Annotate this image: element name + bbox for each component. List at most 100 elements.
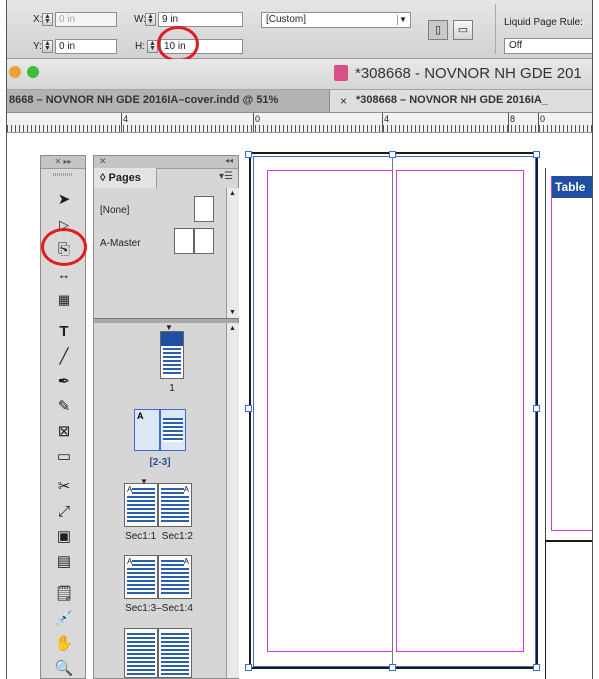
document-tab-cover[interactable]: 8668 – NOVNOR NH GDE 2016IA–cover.indd @… xyxy=(7,90,330,112)
ruler-label: 4 xyxy=(123,114,129,124)
ruler-label: 0 xyxy=(255,114,261,124)
free-transform-tool-icon[interactable]: ⤢ xyxy=(49,501,79,523)
gradient-swatch-tool-icon[interactable]: ▣ xyxy=(49,526,79,548)
w-stepper[interactable]: ▲ ▼ xyxy=(145,13,156,26)
table-heading: Table xyxy=(552,176,592,198)
resize-handle[interactable] xyxy=(245,151,252,158)
scroll-up-icon[interactable]: ▲ xyxy=(229,325,236,332)
type-tool-icon[interactable]: T xyxy=(49,321,79,343)
resize-handle[interactable] xyxy=(245,664,252,671)
zoom-tool-icon[interactable]: 🔍 xyxy=(49,658,79,679)
page-sec1-5-thumbnail[interactable] xyxy=(124,628,158,678)
page-tool-icon[interactable]: ⎘ xyxy=(49,239,79,261)
resize-handle[interactable] xyxy=(389,664,396,671)
page-size-preset-value: [Custom] xyxy=(266,14,307,25)
hand-tool-icon[interactable]: ✋ xyxy=(49,633,79,655)
document-tab-active[interactable]: × *308668 – NOVNOR NH GDE 2016IA_ xyxy=(330,90,592,112)
rectangle-tool-icon[interactable]: ▭ xyxy=(49,446,79,468)
page-1-thumbnail[interactable] xyxy=(160,331,184,379)
ruler-ticks xyxy=(7,125,592,132)
page-sec1-3-thumbnail[interactable]: A xyxy=(124,555,158,599)
collapse-panel-icon[interactable]: ✕ ▸▸ xyxy=(41,156,85,169)
masters-scrollbar[interactable]: ▲ ▼ xyxy=(226,188,239,318)
page-spread[interactable] xyxy=(249,152,538,669)
tools-panel: ✕ ▸▸ ➤ ▷ ⎘ ↔ ▦ T ╱ ✒ ✎ ⊠ ▭ ✂ ⤢ ▣ ▤ 🗒 💉 ✋… xyxy=(40,155,86,679)
window-title-bar: *308668 - NOVNOR NH GDE 201 xyxy=(7,59,592,90)
master-a-left-thumbnail[interactable] xyxy=(174,228,194,254)
chevron-down-icon: ▼ xyxy=(397,15,408,25)
spread-2-3-caption: [2-3] xyxy=(149,457,171,468)
pages-scrollbar[interactable]: ▲ xyxy=(226,323,239,678)
portrait-orientation-button[interactable]: ▯ xyxy=(428,20,448,40)
next-page[interactable]: Table xyxy=(545,168,592,542)
direct-selection-tool-icon[interactable]: ▷ xyxy=(49,214,79,236)
minimize-window-button[interactable] xyxy=(9,66,21,78)
landscape-page-icon: ▭ xyxy=(457,24,469,36)
page-3-thumbnail[interactable] xyxy=(160,409,186,451)
h-field[interactable]: 10 in xyxy=(160,39,243,54)
content-collector-icon[interactable]: ▦ xyxy=(49,289,79,311)
liquid-page-rule-dropdown[interactable]: Off xyxy=(504,38,592,54)
page-sec1-6-thumbnail[interactable] xyxy=(158,628,192,678)
scissors-tool-icon[interactable]: ✂ xyxy=(49,476,79,498)
y-field[interactable]: 0 in xyxy=(55,39,117,54)
rectangle-frame-tool-icon[interactable]: ⊠ xyxy=(49,421,79,443)
document-file-icon xyxy=(334,65,348,81)
resize-handle[interactable] xyxy=(245,405,252,412)
note-tool-icon[interactable]: 🗒 xyxy=(49,583,79,605)
resize-handle[interactable] xyxy=(533,405,540,412)
master-none-label: [None] xyxy=(100,205,130,216)
pages-panel: ✕ ◂◂ ◊ Pages ▾☰ [None] A-Master ▲ ▼ ▼ 1 … xyxy=(93,155,239,679)
pages-section: ▼ 1 A [2-3] ▼ A A Sec1:1 Sec1:2 A A Sec1… xyxy=(94,323,226,678)
panel-menu-icon[interactable]: ▾☰ xyxy=(219,171,233,182)
master-a-label: A-Master xyxy=(100,238,141,249)
liquid-page-rule-value: Off xyxy=(509,40,523,51)
page-sec1-4-thumbnail[interactable]: A xyxy=(158,555,192,599)
page-sec1-2-thumbnail[interactable]: A xyxy=(158,483,192,527)
master-none-thumbnail[interactable] xyxy=(194,196,214,222)
pencil-tool-icon[interactable]: ✎ xyxy=(49,396,79,418)
divider xyxy=(495,4,496,54)
y-stepper[interactable]: ▲ ▼ xyxy=(42,40,53,53)
x-field[interactable]: 0 in xyxy=(55,12,117,27)
tab-pages[interactable]: ◊ Pages xyxy=(94,168,157,188)
resize-handle[interactable] xyxy=(533,151,540,158)
page-2-thumbnail[interactable]: A xyxy=(134,409,160,451)
gap-tool-icon[interactable]: ↔ xyxy=(49,264,79,286)
portrait-page-icon: ▯ xyxy=(434,24,442,36)
line-tool-icon[interactable]: ╱ xyxy=(49,346,79,368)
tab-pages-label: ◊ Pages xyxy=(100,172,141,184)
collapse-panel-icon[interactable]: ◂◂ xyxy=(225,156,233,165)
spread-sec1-3-4-caption: Sec1:3–Sec1:4 xyxy=(125,603,193,614)
page-size-preset-dropdown[interactable]: [Custom] ▼ xyxy=(261,12,411,28)
close-tab-icon[interactable]: × xyxy=(340,94,347,108)
horizontal-ruler[interactable]: 4 0 4 8 0 xyxy=(7,113,592,133)
w-field[interactable]: 9 in xyxy=(158,12,243,27)
pasteboard-edge xyxy=(545,540,592,679)
page-sec1-1-thumbnail[interactable]: A xyxy=(124,483,158,527)
zoom-window-button[interactable] xyxy=(27,66,39,78)
ruler-label: 4 xyxy=(384,114,390,124)
next-page-margin xyxy=(551,176,592,531)
selection-frame xyxy=(253,156,536,667)
panel-grip xyxy=(53,173,73,176)
landscape-orientation-button[interactable]: ▭ xyxy=(453,20,473,40)
masters-section: [None] A-Master xyxy=(94,188,226,318)
window-title: *308668 - NOVNOR NH GDE 201 xyxy=(355,65,582,82)
x-stepper[interactable]: ▲ ▼ xyxy=(42,13,53,26)
master-a-right-thumbnail[interactable] xyxy=(194,228,214,254)
resize-handle[interactable] xyxy=(533,664,540,671)
close-panel-icon[interactable]: ✕ xyxy=(99,156,107,167)
scroll-up-icon[interactable]: ▲ xyxy=(229,190,236,197)
tab-label-active: *308668 – NOVNOR NH GDE 2016IA_ xyxy=(356,94,548,106)
ruler-label: 0 xyxy=(540,114,546,124)
tab-label-cover: 8668 – NOVNOR NH GDE 2016IA–cover.indd @… xyxy=(9,94,279,106)
resize-handle[interactable] xyxy=(389,151,396,158)
h-stepper[interactable]: ▲ ▼ xyxy=(147,40,158,53)
pen-tool-icon[interactable]: ✒ xyxy=(49,371,79,393)
eyedropper-tool-icon[interactable]: 💉 xyxy=(49,608,79,630)
scroll-down-icon[interactable]: ▼ xyxy=(229,309,236,316)
gradient-feather-tool-icon[interactable]: ▤ xyxy=(49,551,79,573)
y-label: Y: xyxy=(33,41,42,52)
selection-tool-icon[interactable]: ➤ xyxy=(49,189,79,211)
